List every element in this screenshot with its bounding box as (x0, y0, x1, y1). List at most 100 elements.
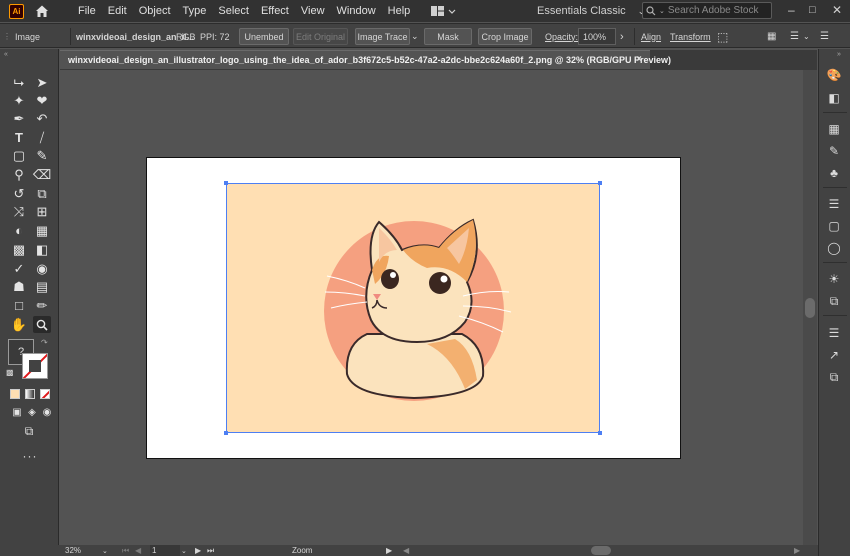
menu-object[interactable]: Object (133, 5, 177, 17)
screen-mode-icon[interactable]: ⧉ (20, 423, 38, 440)
rectangle-tool-icon[interactable]: ▢ (10, 147, 28, 164)
menu-select[interactable]: Select (212, 5, 255, 17)
selection-handle[interactable] (598, 181, 602, 185)
last-artboard-icon[interactable]: ⏭ (207, 545, 214, 556)
menu-effect[interactable]: Effect (255, 5, 295, 17)
chevron-down-icon[interactable]: ⌄ (803, 28, 810, 45)
swatches-icon[interactable]: ▦ (826, 121, 842, 137)
zoom-level[interactable]: 32% (65, 545, 93, 556)
chevron-down-icon[interactable]: ⌄ (102, 545, 108, 556)
panel-menu-icon[interactable]: ☰ (790, 28, 799, 45)
home-icon[interactable] (34, 3, 50, 19)
graphic-styles-icon[interactable]: ⧉ (826, 293, 842, 309)
edit-toolbar-icon[interactable]: ··· (21, 447, 39, 464)
direct-selection-tool-icon[interactable]: ➤ (33, 74, 51, 91)
shape-builder-icon[interactable]: ◐ (10, 222, 28, 239)
curvature-tool-icon[interactable]: ↶ (33, 110, 51, 127)
stroke-panel-icon[interactable]: ☰ (826, 196, 842, 212)
perspective-grid-icon[interactable]: ▦ (33, 222, 51, 239)
symbol-sprayer-icon[interactable]: ☗ (10, 278, 28, 295)
stock-search[interactable]: ⌄ Search Adobe Stock (642, 2, 772, 19)
transparency-icon[interactable]: ◯ (826, 240, 842, 256)
hand-tool-icon[interactable]: ✋ (10, 316, 28, 333)
eyedropper-icon[interactable]: ✓ (10, 260, 28, 277)
mask-button[interactable]: Mask (424, 28, 472, 45)
color-button[interactable] (10, 389, 20, 399)
artboards-icon[interactable]: ⧉ (826, 369, 842, 385)
line-tool-icon[interactable]: ⧸ (33, 129, 51, 146)
first-artboard-icon[interactable]: ⏮ (122, 545, 129, 556)
gradient-tool-icon[interactable]: ◧ (33, 241, 51, 258)
horizontal-scroll-thumb[interactable] (591, 546, 611, 555)
menu-file[interactable]: File (72, 5, 102, 17)
gradient-panel-icon[interactable]: ▢ (826, 218, 842, 234)
free-transform-icon[interactable]: ⊞ (33, 203, 51, 220)
default-fill-stroke-icon[interactable]: ▩ (6, 368, 14, 377)
status-menu-icon[interactable]: ▶ (386, 545, 392, 556)
color-guide-icon[interactable]: ◧ (826, 90, 842, 106)
zoom-tool-icon[interactable] (33, 316, 51, 333)
arrange-icon[interactable]: ▦ (767, 28, 776, 45)
pen-tool-icon[interactable]: ✒ (10, 110, 28, 127)
crop-corners-icon[interactable]: ⬚ (717, 28, 728, 45)
scale-tool-icon[interactable]: ⧉ (33, 185, 51, 202)
shaper-tool-icon[interactable]: ⚲ (10, 166, 28, 183)
layers-icon[interactable]: ☰ (826, 325, 842, 341)
placed-image[interactable] (224, 181, 602, 435)
scroll-thumb[interactable] (805, 298, 815, 318)
none-button[interactable] (40, 389, 50, 399)
type-tool-icon[interactable]: T (10, 129, 28, 146)
arrange-documents-icon[interactable] (430, 4, 456, 18)
canvas-area[interactable] (60, 70, 803, 545)
grip-icon[interactable]: ⋮ (3, 28, 11, 45)
selection-tool-icon[interactable]: ⮡ (10, 74, 28, 91)
magic-wand-icon[interactable]: ✦ (10, 92, 28, 109)
appearance-icon[interactable]: ☀ (826, 271, 842, 287)
chevron-down-icon[interactable]: ⌄ (181, 545, 187, 556)
next-artboard-icon[interactable]: ▶ (195, 545, 201, 556)
draw-inside-icon[interactable]: ◉ (38, 404, 56, 421)
artboard-number[interactable]: 1 (150, 545, 180, 556)
scroll-right-icon[interactable]: ▶ (794, 545, 800, 556)
align-link[interactable]: Align (641, 28, 661, 45)
artboard-tool-icon[interactable]: □ (10, 297, 28, 314)
search-input[interactable]: Search Adobe Stock (668, 5, 759, 16)
transform-link[interactable]: Transform (670, 28, 711, 45)
opacity-field[interactable]: 100% (578, 28, 616, 45)
document-tab[interactable]: winxvideoai_design_an_illustrator_logo_u… (60, 50, 671, 69)
collapse-arrows-icon[interactable]: « (4, 51, 8, 58)
close-icon[interactable]: ✕ (832, 3, 842, 17)
maximize-icon[interactable]: □ (809, 4, 816, 16)
menu-window[interactable]: Window (331, 5, 382, 17)
lasso-icon[interactable]: ❤ (33, 92, 51, 109)
export-icon[interactable]: ↗ (826, 347, 842, 363)
scroll-left-icon[interactable]: ◀ (403, 545, 409, 556)
menu-view[interactable]: View (295, 5, 331, 17)
menu-edit[interactable]: Edit (102, 5, 133, 17)
blend-tool-icon[interactable]: ◉ (33, 260, 51, 277)
minimize-icon[interactable]: – (788, 3, 795, 17)
gradient-button[interactable] (25, 389, 35, 399)
workspace-switcher[interactable]: Essentials Classic ⌄ (537, 0, 645, 22)
symbols-icon[interactable]: ♣ (826, 165, 842, 181)
menu-type[interactable]: Type (177, 5, 213, 17)
vertical-scrollbar[interactable] (803, 70, 817, 545)
slice-tool-icon[interactable]: ✏ (33, 297, 51, 314)
more-options-icon[interactable]: ☰ (820, 28, 829, 45)
image-trace-dropdown[interactable]: ⌄ (411, 28, 419, 45)
selection-handle[interactable] (598, 431, 602, 435)
color-panel-icon[interactable]: 🎨 (826, 67, 842, 83)
crop-image-button[interactable]: Crop Image (478, 28, 532, 45)
stroke-swatch[interactable] (22, 353, 48, 379)
menu-help[interactable]: Help (382, 5, 417, 17)
width-tool-icon[interactable]: ⤨ (10, 203, 28, 220)
paintbrush-icon[interactable]: ✎ (33, 147, 51, 164)
collapse-arrows-icon[interactable]: » (837, 51, 841, 58)
selection-handle[interactable] (224, 181, 228, 185)
chevron-right-icon[interactable]: › (620, 28, 624, 45)
close-tab-icon[interactable]: × (636, 54, 642, 65)
mesh-tool-icon[interactable]: ▩ (10, 241, 28, 258)
previous-artboard-icon[interactable]: ◀ (135, 545, 141, 556)
eraser-icon[interactable]: ⌫ (33, 166, 51, 183)
swap-fill-stroke-icon[interactable]: ↷ (41, 338, 48, 347)
